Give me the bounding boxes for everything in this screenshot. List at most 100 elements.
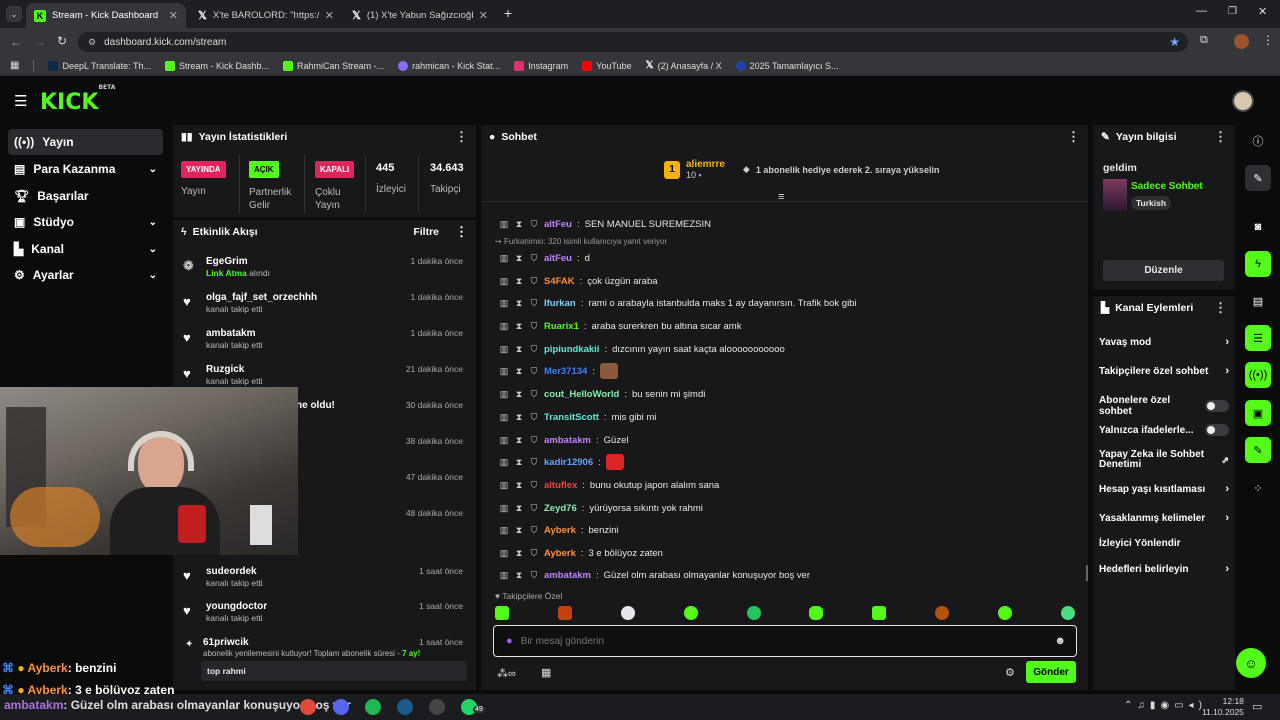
action-ai-moderation[interactable]: Yapay Zeka ile Sohbet Denetimi ⇗ [1099,450,1229,470]
emote-icon[interactable] [746,606,761,620]
browser-tab-x-2[interactable]: 𝕏 (1) X'te Yabun Sağızcıoğlu: " ✕ [344,3,496,28]
ban-icon[interactable]: ⛉ [529,321,539,332]
delete-message-icon[interactable]: ▥ [499,570,509,581]
ban-icon[interactable]: ⛉ [529,435,539,446]
bookmark-item[interactable]: 𝕏 (2) Anasayfa / X [646,60,722,71]
chat-username[interactable]: Ayberk [544,548,576,559]
browser-tab-x-1[interactable]: 𝕏 X'te BAROLORD: "https://t.co/w ✕ [190,3,342,28]
ban-icon[interactable]: ⛉ [529,548,539,559]
category-link[interactable]: Sadece Sohbet [1131,181,1203,192]
chat-username[interactable]: Zeyd76 [544,503,577,514]
sidebar-item-kanal[interactable]: ▙ Kanal ⌄ [8,236,163,262]
ban-icon[interactable]: ⛉ [529,366,539,377]
lightning-icon[interactable]: ϟ [1245,251,1271,277]
delete-message-icon[interactable]: ▥ [499,219,509,230]
steam-taskbar-icon[interactable] [397,699,413,715]
chat-username[interactable]: S4FAK [544,276,575,287]
delete-message-icon[interactable]: ▥ [499,298,509,309]
pinned-username[interactable]: aliemrre [686,159,725,170]
timeout-icon[interactable]: ⧗ [514,435,524,446]
sidebar-item-ayarlar[interactable]: ⚙ Ayarlar ⌄ [8,262,163,288]
timeout-icon[interactable]: ⧗ [514,570,524,581]
more-options-icon[interactable]: ⋮ [455,129,468,145]
emote-icon[interactable] [935,606,950,620]
timeout-icon[interactable]: ⧗ [514,321,524,332]
chat-username[interactable]: Ifurkan [544,298,576,309]
chat-username[interactable]: ambatakm [544,570,591,581]
emotes-only-toggle[interactable] [1205,424,1229,436]
restore-window-icon[interactable]: ❐ [1228,6,1237,17]
apps-grid-icon[interactable]: ▦ [10,60,19,71]
chat-username[interactable]: altFeu [544,253,572,264]
ban-icon[interactable]: ⛉ [529,412,539,423]
delete-message-icon[interactable]: ▥ [499,276,509,287]
delete-message-icon[interactable]: ▥ [499,435,509,446]
chat-username[interactable]: altFeu [544,219,572,230]
close-tab-icon[interactable]: ✕ [479,9,488,22]
delete-message-icon[interactable]: ▥ [499,253,509,264]
edit-stream-button[interactable]: Düzenle [1103,260,1224,281]
chat-settings-icon[interactable]: ⚙ [1005,666,1015,679]
chat-rules-icon[interactable]: ⁂∞ [497,667,516,680]
timeout-icon[interactable]: ⧗ [514,366,524,377]
action-followers-only[interactable]: Takipçilere özel sohbet › [1099,365,1229,377]
more-options-icon[interactable]: ⋮ [455,224,468,240]
delete-message-icon[interactable]: ▥ [499,344,509,355]
bookmark-item[interactable]: Stream - Kick Dashb... [165,60,269,71]
bookmark-item[interactable]: RahmiCan Stream -... [283,60,384,71]
timeout-icon[interactable]: ⧗ [514,389,524,400]
sidebar-item-yayin[interactable]: ((•)) Yayın [8,129,163,155]
sidebar-item-basarilar[interactable]: 🏆︎ Başarılar [8,183,163,209]
support-chat-button[interactable]: ☺ [1236,648,1266,678]
emote-icon[interactable] [998,606,1012,620]
camera-icon[interactable]: ◙ [1245,214,1271,240]
bookmark-item[interactable]: DeepL Translate: Th... [48,60,151,71]
bookmark-item[interactable]: Instagram [514,60,568,71]
action-subscribers-only[interactable]: Abonelere özel sohbet [1099,395,1229,417]
action-account-age[interactable]: Hesap yaşı kısıtlaması › [1099,483,1229,495]
emoji-icon[interactable]: ☻ [1054,635,1066,647]
timeout-icon[interactable]: ⧗ [514,298,524,309]
system-tray-icons[interactable]: ⌃♫▮◉▭◂) [1124,700,1207,711]
more-options-icon[interactable]: ⋮ [1067,129,1080,145]
delete-message-icon[interactable]: ▥ [499,548,509,559]
emote-icon[interactable] [683,606,698,620]
ban-icon[interactable]: ⛉ [529,298,539,309]
reload-icon[interactable]: ↻ [57,34,67,48]
browser-tab-kick[interactable]: K Stream - Kick Dashboard ✕ [26,3,186,28]
sidebar-item-studyo[interactable]: ▣ Stüdyo ⌄ [8,209,163,235]
chat-username[interactable]: TransitScott [544,412,599,423]
clipboard-icon[interactable]: ▤ [1245,288,1271,314]
bookmark-item[interactable]: YouTube [582,60,632,71]
emote-icon[interactable] [620,606,635,620]
store-icon[interactable]: ▦ [541,666,551,679]
subscribers-only-toggle[interactable] [1205,400,1229,412]
microphone-icon[interactable]: ● [506,635,513,647]
minimize-window-icon[interactable]: — [1196,5,1207,17]
forward-icon[interactable]: → [34,35,46,49]
ban-icon[interactable]: ⛉ [529,503,539,514]
ban-icon[interactable]: ⛉ [529,570,539,581]
emote-icon[interactable] [872,606,887,620]
chat-username[interactable]: kadir12906 [544,457,593,468]
emote-icon[interactable] [495,606,509,620]
delete-message-icon[interactable]: ▥ [499,389,509,400]
timeout-icon[interactable]: ⧗ [514,344,524,355]
layout-icon[interactable]: ▣ [1245,400,1271,426]
kick-logo[interactable]: KICKBETA [40,84,115,115]
chat-username[interactable]: altuflex [544,480,577,491]
action-set-goals[interactable]: Hedefleri belirleyin › [1099,563,1229,575]
chat-username[interactable]: ambatakm [544,435,591,446]
profile-avatar[interactable] [1234,34,1249,49]
ban-icon[interactable]: ⛉ [529,457,539,468]
chat-input-box[interactable]: ● ☻ [493,625,1077,657]
bookmark-item[interactable]: 2025 Tamamlayıcı S... [735,60,839,71]
wrench-icon[interactable]: ✎ [1245,437,1271,463]
delete-message-icon[interactable]: ▥ [499,321,509,332]
emote-icon[interactable] [1060,606,1075,620]
site-info-icon[interactable]: ⚙ [88,37,96,48]
info-icon[interactable]: ⓘ [1245,128,1271,154]
notifications-icon[interactable]: ▭ [1252,700,1262,713]
ban-icon[interactable]: ⛉ [529,344,539,355]
close-tab-icon[interactable]: ✕ [325,9,334,22]
